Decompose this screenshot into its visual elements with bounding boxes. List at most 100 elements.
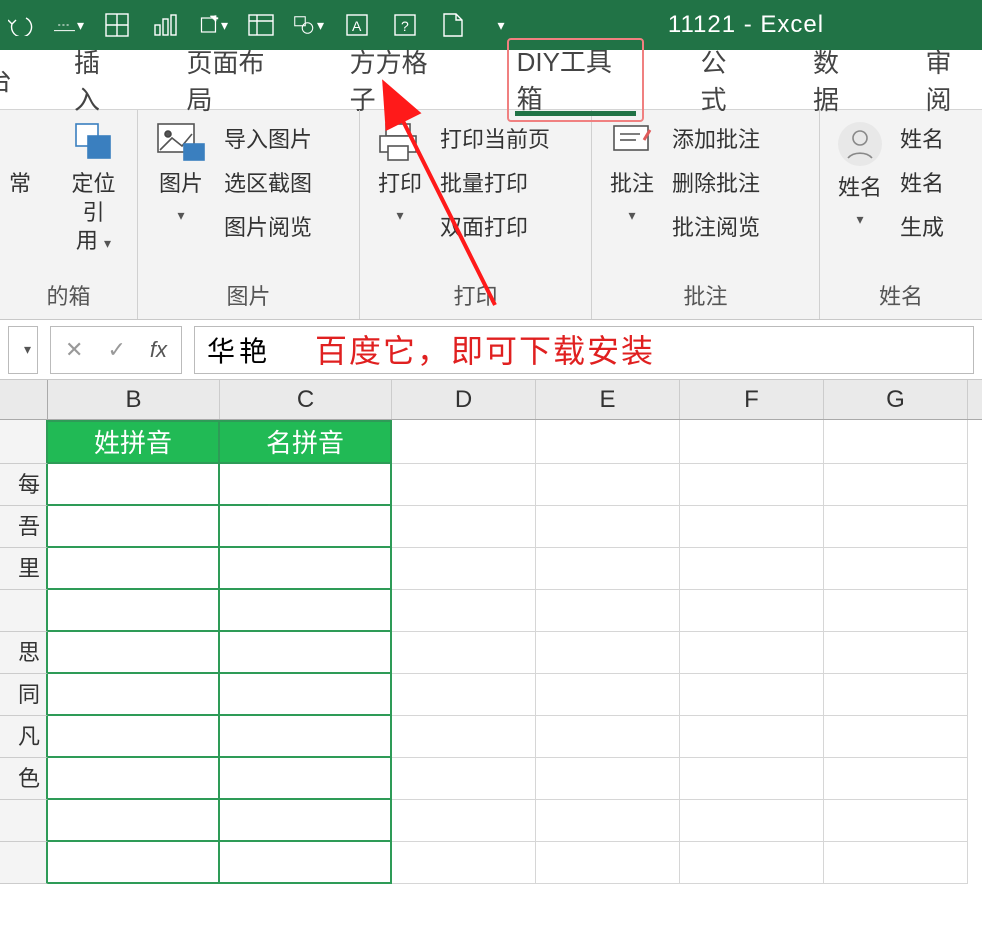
spreadsheet-grid[interactable]: B C D E F G 每吾里思同凡色 姓拼音名拼音 bbox=[0, 380, 982, 884]
insert-icon[interactable]: +▾ bbox=[198, 10, 228, 40]
cell[interactable] bbox=[48, 842, 220, 884]
cell[interactable] bbox=[48, 758, 220, 800]
cell[interactable] bbox=[680, 674, 824, 716]
help-icon[interactable]: ? bbox=[390, 10, 420, 40]
tab-review[interactable]: 审阅 bbox=[919, 39, 982, 121]
ribbon-screenshot[interactable]: 选区截图 bbox=[224, 166, 312, 198]
col-b[interactable]: B bbox=[48, 380, 220, 419]
cell[interactable] bbox=[220, 800, 392, 842]
cell[interactable] bbox=[680, 590, 824, 632]
cell[interactable]: 姓拼音 bbox=[48, 420, 220, 464]
cell[interactable] bbox=[680, 716, 824, 758]
cell[interactable] bbox=[680, 464, 824, 506]
cell[interactable] bbox=[536, 420, 680, 464]
ribbon-name-2[interactable]: 姓名 bbox=[900, 166, 944, 198]
cell[interactable] bbox=[680, 420, 824, 464]
cell[interactable] bbox=[824, 800, 968, 842]
cell[interactable] bbox=[48, 590, 220, 632]
ribbon-btn-locate-ref[interactable]: 定位引用 ▾ bbox=[60, 116, 127, 260]
cell[interactable] bbox=[220, 674, 392, 716]
cell[interactable] bbox=[392, 506, 536, 548]
border-icon[interactable]: ▾ bbox=[54, 10, 84, 40]
cell[interactable] bbox=[536, 632, 680, 674]
row-header[interactable] bbox=[0, 420, 48, 464]
cell[interactable] bbox=[824, 674, 968, 716]
cell[interactable] bbox=[392, 464, 536, 506]
ribbon-comment-view[interactable]: 批注阅览 bbox=[672, 210, 760, 242]
ribbon-add-comment[interactable]: 添加批注 bbox=[672, 122, 760, 154]
chart-icon[interactable] bbox=[150, 10, 180, 40]
undo-icon[interactable] bbox=[6, 10, 36, 40]
cell[interactable] bbox=[220, 632, 392, 674]
ribbon-delete-comment[interactable]: 删除批注 bbox=[672, 166, 760, 198]
ribbon-btn-picture[interactable]: 图片▾ bbox=[148, 116, 214, 231]
row-header[interactable]: 凡 bbox=[0, 716, 48, 758]
tab-formula[interactable]: 公式 bbox=[694, 39, 757, 121]
tab-diy-toolbox[interactable]: DIY工具箱 bbox=[507, 38, 645, 122]
table-icon[interactable] bbox=[246, 10, 276, 40]
row-header[interactable] bbox=[0, 800, 48, 842]
row-header[interactable]: 同 bbox=[0, 674, 48, 716]
row-header[interactable]: 色 bbox=[0, 758, 48, 800]
ribbon-picture-view[interactable]: 图片阅览 bbox=[224, 210, 312, 242]
ribbon-btn-comment[interactable]: 批注▾ bbox=[602, 116, 662, 231]
cell[interactable] bbox=[392, 800, 536, 842]
cell[interactable] bbox=[392, 590, 536, 632]
cell[interactable] bbox=[220, 716, 392, 758]
cell[interactable] bbox=[48, 506, 220, 548]
tab-page-layout[interactable]: 页面布局 bbox=[181, 39, 294, 121]
cell[interactable] bbox=[48, 548, 220, 590]
cell[interactable] bbox=[220, 548, 392, 590]
cancel-icon[interactable]: ✕ bbox=[65, 337, 83, 363]
customize-qat-icon[interactable]: ▾ bbox=[486, 10, 516, 40]
cell[interactable] bbox=[824, 548, 968, 590]
cell[interactable] bbox=[220, 590, 392, 632]
row-header[interactable]: 思 bbox=[0, 632, 48, 674]
tab-data[interactable]: 数据 bbox=[807, 39, 870, 121]
formula-input[interactable]: 华艳 百度它，即可下载安装 bbox=[194, 326, 974, 374]
tab-fangfang[interactable]: 方方格子 bbox=[344, 39, 457, 121]
grid-icon[interactable] bbox=[102, 10, 132, 40]
cell[interactable] bbox=[48, 800, 220, 842]
ribbon-name-1[interactable]: 姓名 bbox=[900, 122, 944, 154]
row-header[interactable]: 每 bbox=[0, 464, 48, 506]
confirm-icon[interactable]: ✓ bbox=[107, 337, 125, 363]
cell[interactable] bbox=[536, 758, 680, 800]
name-box[interactable]: ▾ bbox=[8, 326, 38, 374]
cell[interactable] bbox=[392, 548, 536, 590]
cell[interactable] bbox=[680, 632, 824, 674]
cell[interactable] bbox=[536, 506, 680, 548]
document-icon[interactable] bbox=[438, 10, 468, 40]
row-header[interactable]: 吾 bbox=[0, 506, 48, 548]
cell[interactable] bbox=[220, 506, 392, 548]
cell[interactable] bbox=[220, 842, 392, 884]
col-g[interactable]: G bbox=[824, 380, 968, 419]
cell[interactable] bbox=[392, 420, 536, 464]
cell[interactable] bbox=[536, 590, 680, 632]
cell[interactable] bbox=[824, 758, 968, 800]
cell[interactable] bbox=[220, 758, 392, 800]
cell[interactable] bbox=[680, 800, 824, 842]
row-header[interactable] bbox=[0, 842, 48, 884]
cell[interactable] bbox=[824, 464, 968, 506]
fx-icon[interactable]: fx bbox=[150, 337, 167, 363]
cell[interactable] bbox=[536, 674, 680, 716]
cell[interactable] bbox=[392, 842, 536, 884]
cell[interactable] bbox=[48, 632, 220, 674]
cell[interactable] bbox=[536, 464, 680, 506]
cell[interactable] bbox=[824, 842, 968, 884]
cell[interactable] bbox=[392, 632, 536, 674]
shapes-icon[interactable]: ▾ bbox=[294, 10, 324, 40]
col-d[interactable]: D bbox=[392, 380, 536, 419]
cell[interactable] bbox=[392, 758, 536, 800]
ribbon-batch-print[interactable]: 批量打印 bbox=[440, 166, 550, 198]
cell[interactable] bbox=[824, 506, 968, 548]
cell[interactable] bbox=[48, 674, 220, 716]
ribbon-import-picture[interactable]: 导入图片 bbox=[224, 122, 312, 154]
cell[interactable] bbox=[824, 590, 968, 632]
cell[interactable] bbox=[536, 548, 680, 590]
tab-insert[interactable]: 插入 bbox=[68, 39, 131, 121]
ribbon-duplex-print[interactable]: 双面打印 bbox=[440, 210, 550, 242]
cell[interactable] bbox=[680, 548, 824, 590]
cell[interactable] bbox=[48, 716, 220, 758]
